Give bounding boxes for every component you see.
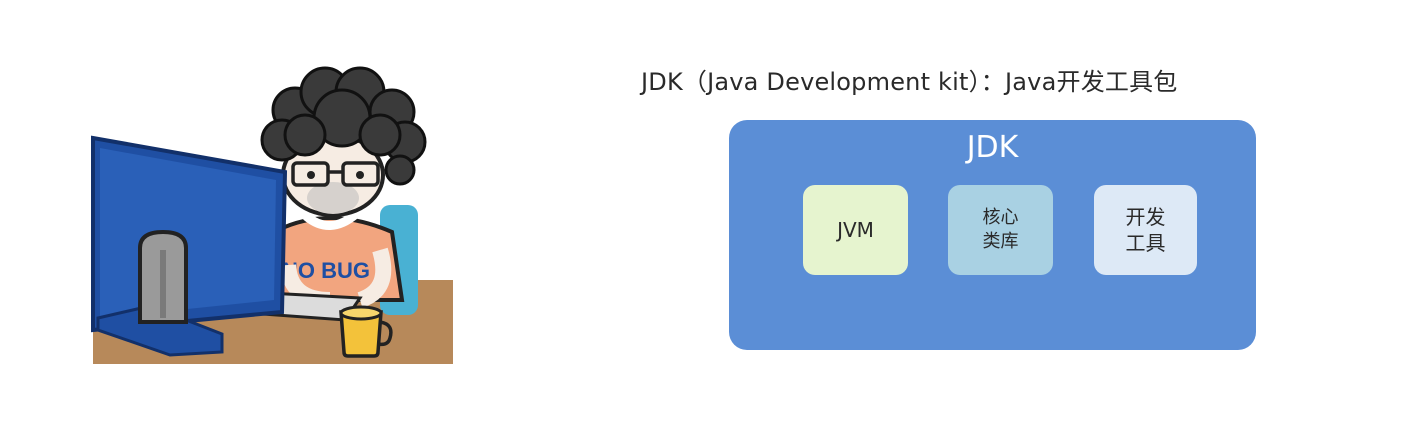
- slide: NO BUG JDK（Java Development kit）：Java开发工…: [0, 0, 1402, 428]
- jvm-component: JVM: [803, 185, 908, 275]
- page-title: JDK（Java Development kit）：Java开发工具包: [641, 68, 1178, 96]
- dev-tools-component: 开发 工具: [1094, 185, 1197, 275]
- jdk-container: JDK JVM 核心 类库 开发 工具: [729, 120, 1256, 350]
- core-library-component: 核心 类库: [948, 185, 1053, 275]
- dev-tools-label-line-1: 开发: [1125, 205, 1166, 229]
- dev-tools-label-line-2: 工具: [1125, 231, 1166, 255]
- core-library-label-line-1: 核心: [982, 207, 1019, 228]
- core-library-label-line-2: 类库: [982, 231, 1019, 252]
- jdk-title: JDK: [966, 130, 1019, 165]
- jvm-label: JVM: [837, 218, 874, 242]
- programmer-illustration: NO BUG: [91, 66, 453, 364]
